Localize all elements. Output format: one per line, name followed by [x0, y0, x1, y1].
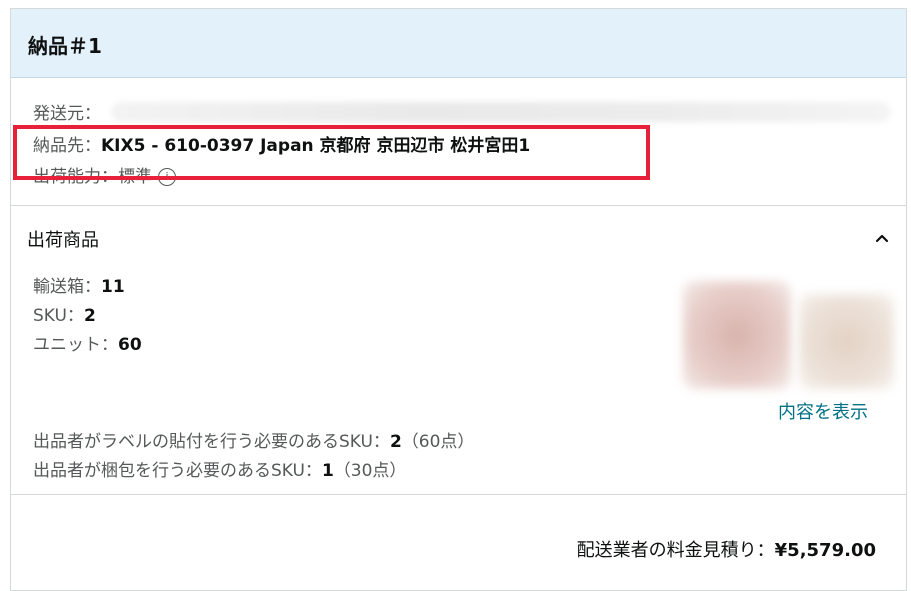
estimate-value: ¥5,579.00: [774, 540, 876, 561]
shipment-card: 納品＃1 発送元： 納品先：KIX5 - 610-0397 Japan 京都府 …: [10, 8, 907, 591]
label-note-value: 2: [389, 432, 402, 452]
divider: [11, 205, 906, 206]
prep-note-value: 1: [321, 461, 334, 481]
units-count: ユニット：60: [33, 330, 142, 355]
product-thumbnail: [799, 294, 894, 389]
boxes-label: 輸送箱：: [33, 277, 101, 297]
label-required-note: 出品者がラベルの貼付を行う必要のあるSKU：2（60点）: [33, 427, 474, 452]
label-note-label: 出品者がラベルの貼付を行う必要のあるSKU：: [33, 432, 390, 452]
ship-from: 発送元：: [33, 99, 101, 124]
chevron-up-icon[interactable]: [873, 229, 891, 247]
shipment-title: 納品＃1: [28, 34, 102, 58]
sku-count: SKU：2: [33, 301, 96, 326]
items-section-title: 出荷商品: [27, 230, 99, 251]
redacted-address: [111, 102, 891, 122]
card-header: 納品＃1: [11, 9, 906, 78]
units-label: ユニット：: [33, 335, 118, 355]
prep-note-label: 出品者が梱包を行う必要のあるSKU：: [33, 461, 322, 481]
view-contents-link[interactable]: 内容を表示: [778, 398, 868, 424]
divider: [11, 494, 906, 495]
label-note-suffix: （60点）: [401, 432, 475, 452]
boxes-count: 輸送箱：11: [33, 272, 125, 297]
estimate-label: 配送業者の料金見積り：: [576, 540, 775, 561]
carrier-estimate: 配送業者の料金見積り：¥5,579.00: [577, 536, 876, 562]
prep-note-suffix: （30点）: [333, 461, 407, 481]
units-value: 60: [118, 335, 142, 355]
prep-required-note: 出品者が梱包を行う必要のあるSKU：1（30点）: [33, 456, 406, 481]
boxes-value: 11: [101, 277, 125, 297]
sku-value: 2: [83, 306, 96, 326]
highlight-box: [13, 125, 650, 180]
product-thumbnail: [683, 281, 791, 389]
ship-from-label: 発送元：: [33, 104, 101, 124]
sku-label: SKU：: [33, 306, 84, 326]
